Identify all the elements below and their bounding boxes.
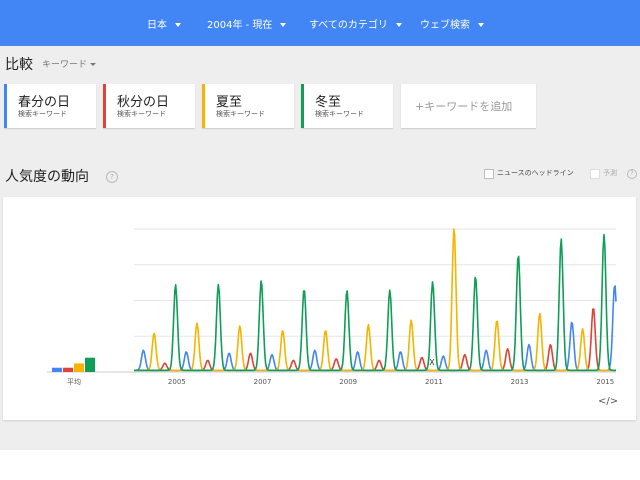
- help-icon[interactable]: ?: [106, 171, 118, 183]
- chevron-down-icon: [280, 23, 287, 27]
- series-line: [134, 233, 616, 372]
- keyword-name: 冬至: [315, 95, 342, 110]
- forecast-checkbox[interactable]: [590, 169, 600, 179]
- search-type-dropdown[interactable]: ウェブ検索: [420, 16, 484, 31]
- help-icon[interactable]: ?: [627, 169, 637, 179]
- keyword-type: 検索キーワード: [117, 110, 166, 118]
- keyword-name: 夏至: [216, 95, 243, 110]
- compare-title: 比較: [5, 57, 33, 73]
- keyword-type: 検索キーワード: [18, 110, 67, 118]
- x-tick-label: 2009: [339, 378, 357, 386]
- keyword-name: 秋分の日: [117, 95, 170, 110]
- keyword-card-1[interactable]: 春分の日 検索キーワード: [4, 84, 96, 128]
- keyword-type: 検索キーワード: [315, 110, 364, 118]
- news-headlines-label: ニュースのヘッドライン: [497, 169, 574, 177]
- compare-mode-dropdown[interactable]: キーワード: [42, 57, 97, 70]
- time-range-label: 2004年 - 現在: [207, 20, 273, 31]
- trend-chart: 平均 2005 2007 2009 2011 2013 2015 X: [47, 228, 617, 386]
- average-bar: [52, 367, 62, 372]
- chevron-down-icon: [175, 23, 181, 27]
- embed-code-icon[interactable]: </>: [598, 396, 618, 407]
- keyword-name: 春分の日: [18, 95, 71, 110]
- keyword-card-3[interactable]: 夏至 検索キーワード: [202, 84, 294, 128]
- keyword-color-bar: [202, 84, 205, 128]
- average-bar: [74, 363, 84, 372]
- x-tick-label: 2015: [596, 378, 614, 386]
- region-label: 日本: [147, 20, 167, 31]
- top-filter-bar: 日本 2004年 - 現在 すべてのカテゴリ ウェブ検索: [0, 0, 640, 46]
- series-line: [134, 228, 616, 372]
- trends-page: 日本 2004年 - 現在 すべてのカテゴリ ウェブ検索 比較 キーワード 春分…: [0, 0, 640, 480]
- chevron-down-icon: [478, 23, 484, 27]
- x-tick-label: 2013: [511, 378, 529, 386]
- region-dropdown[interactable]: 日本: [147, 16, 181, 31]
- add-keyword-placeholder: +キーワードを追加: [415, 100, 513, 113]
- compare-mode-label: キーワード: [42, 60, 88, 70]
- keyword-type: 検索キーワード: [216, 110, 265, 118]
- keyword-color-bar: [301, 84, 304, 128]
- average-bar: [85, 357, 95, 372]
- keyword-card-4[interactable]: 冬至 検索キーワード: [301, 84, 393, 128]
- category-dropdown[interactable]: すべてのカテゴリ: [309, 16, 402, 31]
- category-label: すべてのカテゴリ: [309, 20, 388, 31]
- search-type-label: ウェブ検索: [420, 20, 470, 31]
- keyword-color-bar: [4, 84, 7, 128]
- x-tick-label: 2005: [168, 378, 186, 386]
- x-tick-label: 2011: [425, 378, 443, 386]
- news-headlines-checkbox[interactable]: [484, 169, 494, 179]
- add-keyword-field[interactable]: +キーワードを追加: [401, 84, 536, 128]
- average-label: 平均: [67, 377, 81, 386]
- x-tick-label: 2007: [254, 378, 272, 386]
- chevron-down-icon: [90, 63, 97, 66]
- forecast-label: 予測: [603, 169, 617, 177]
- trend-section-title: 人気度の動向: [5, 169, 89, 185]
- average-bar: [63, 367, 73, 372]
- time-range-dropdown[interactable]: 2004年 - 現在: [207, 16, 287, 31]
- keyword-color-bar: [103, 84, 106, 128]
- chevron-down-icon: [395, 23, 402, 27]
- keyword-card-2[interactable]: 秋分の日 検索キーワード: [103, 84, 195, 128]
- news-annotation-marker: X: [429, 358, 435, 367]
- trend-chart-card: 平均 2005 2007 2009 2011 2013 2015 X: [3, 197, 636, 420]
